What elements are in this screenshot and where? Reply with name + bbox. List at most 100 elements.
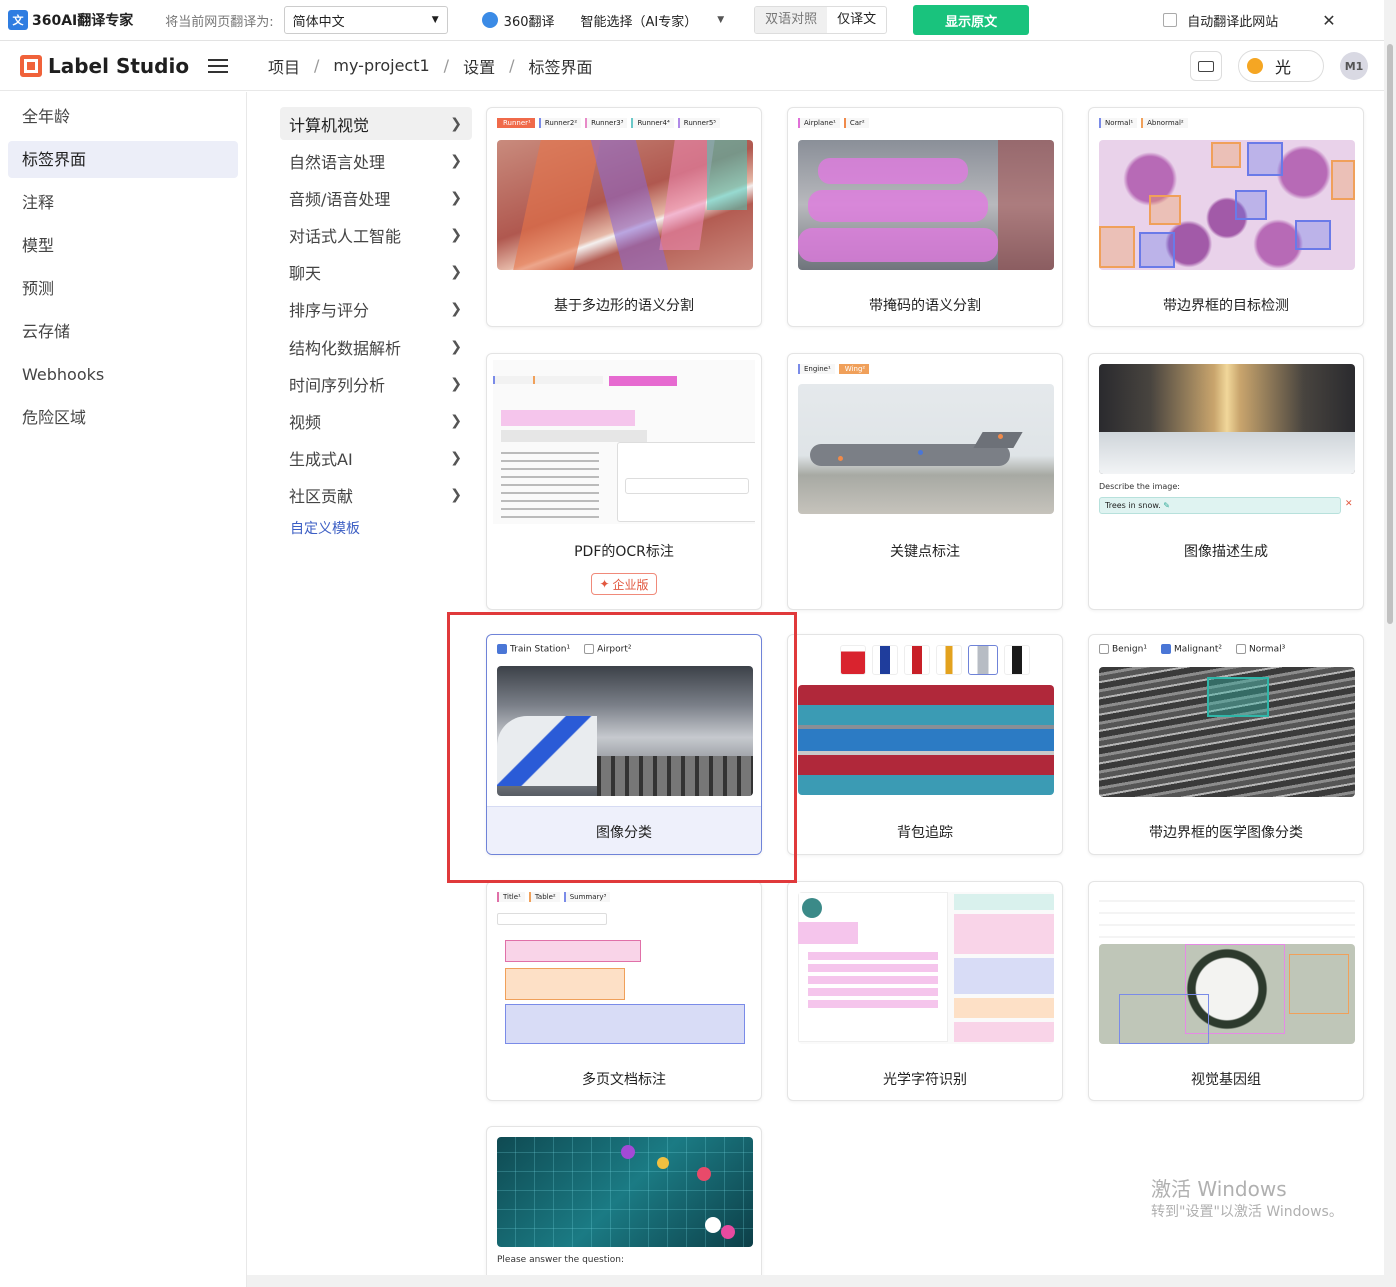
label-tag: Runner3³ — [585, 118, 628, 128]
product-can-blue-icon[interactable] — [872, 645, 898, 675]
page-navigator[interactable] — [497, 913, 607, 925]
template-card-keypoint[interactable]: Engine¹ Wing² 关键点标注 — [787, 353, 1063, 610]
nav-item-webhooks[interactable]: Webhooks — [8, 356, 238, 393]
card-title: 带掩码的语义分割 — [869, 298, 981, 314]
template-categories: 计算机视觉 ❯ 自然语言处理 ❯ 音频/语音处理 ❯ 对话式人工智能 ❯ 聊天 ❯ 排序与… — [280, 107, 472, 538]
auto-translate-option[interactable]: 自动翻译此网站 — [1163, 11, 1278, 30]
label-tag: Airplane¹ — [798, 118, 840, 128]
horizontal-scrollbar[interactable] — [247, 1275, 1384, 1287]
display-mode-toggle: 双语对照 仅译文 — [754, 6, 888, 34]
nav-item-annotation[interactable]: 注释 — [8, 184, 238, 221]
auto-translate-label: 自动翻译此网站 — [1187, 14, 1279, 30]
bilingual-button[interactable]: 双语对照 — [755, 7, 828, 33]
template-card-pdf-ocr[interactable]: PDF的OCR标注 ✦ 企业版 — [486, 353, 762, 610]
category-label: 结构化数据解析 — [289, 338, 402, 358]
ocr-preview — [493, 360, 755, 524]
app-header: Label Studio 项目 / my-project1 / 设置 / 标签界面 光… — [0, 41, 1384, 91]
selection-highlight — [447, 612, 797, 883]
category-time-series[interactable]: 时间序列分析 ❯ — [280, 367, 472, 400]
breadcrumb-projects[interactable]: 项目 — [268, 54, 300, 78]
category-ranking[interactable]: 排序与评分 ❯ — [280, 293, 472, 326]
template-card-image-captioning[interactable]: Describe the image: Trees in snow. ✎ ✕ 图… — [1088, 353, 1364, 610]
auto-translate-checkbox[interactable] — [1163, 13, 1178, 27]
checkbox-icon — [1236, 644, 1247, 654]
category-label: 对话式人工智能 — [289, 227, 402, 247]
category-label: 音频/语音处理 — [289, 189, 391, 209]
airplanes-preview-image — [798, 140, 1054, 270]
product-can-red-icon[interactable] — [904, 645, 930, 675]
category-nlp[interactable]: 自然语言处理 ❯ — [280, 144, 472, 177]
category-structured-data[interactable]: 结构化数据解析 ❯ — [280, 330, 472, 363]
label-tag: Abnormal² — [1141, 118, 1188, 128]
nav-item-labeling-interface[interactable]: 标签界面 — [8, 141, 238, 178]
breadcrumb-project[interactable]: my-project1 — [333, 56, 429, 75]
label-tags: Engine¹ Wing² — [798, 364, 870, 374]
category-audio[interactable]: 音频/语音处理 ❯ — [280, 181, 472, 214]
delete-icon[interactable]: ✕ — [1345, 499, 1353, 509]
keyboard-shortcuts-button[interactable] — [1190, 51, 1222, 81]
breadcrumb-settings[interactable]: 设置 — [463, 54, 495, 78]
template-card-question-answer[interactable]: Please answer the question: — [486, 1126, 762, 1286]
caption-input[interactable]: Trees in snow. ✎ — [1099, 497, 1341, 514]
template-card-bbox-detection[interactable]: Normal¹ Abnormal² 带边界框的目标检测 — [1088, 107, 1364, 327]
label-tags: Airplane¹ Car² — [798, 118, 869, 128]
choice-benign[interactable]: Benign¹ — [1099, 644, 1147, 655]
label-tags: Title¹ Table² Summary³ — [497, 892, 611, 902]
category-label: 排序与评分 — [289, 301, 370, 321]
card-title: 带边界框的目标检测 — [1163, 298, 1289, 314]
product-can-silver-icon[interactable] — [968, 645, 998, 675]
chevron-right-icon: ❯ — [450, 301, 462, 318]
category-conversational-ai[interactable]: 对话式人工智能 ❯ — [280, 219, 472, 252]
choice-malignant[interactable]: Malignant² — [1160, 644, 1223, 655]
pencil-icon: ✎ — [1163, 501, 1170, 510]
nav-item-danger-zone[interactable]: 危险区域 — [8, 399, 238, 436]
template-card-ocr[interactable]: 光学字符识别 — [787, 881, 1063, 1101]
engine-label: 360翻译 — [503, 14, 555, 30]
nav-item-cloud-storage[interactable]: 云存储 — [8, 313, 238, 350]
invoice-preview-image — [798, 892, 1054, 1044]
custom-template-link[interactable]: 自定义模板 — [280, 518, 472, 538]
label-tag: Summary³ — [563, 892, 611, 902]
label-tag: Normal¹ — [1099, 118, 1138, 128]
close-icon[interactable]: ✕ — [1322, 11, 1335, 30]
category-chat[interactable]: 聊天 ❯ — [280, 256, 472, 289]
mode-select[interactable]: 智能选择（AI专家） ▼ — [581, 11, 725, 30]
category-community[interactable]: 社区贡献 ❯ — [280, 479, 472, 512]
show-original-button[interactable]: 显示原文 — [913, 5, 1030, 35]
product-can-black-icon[interactable] — [1004, 645, 1030, 675]
choice-normal[interactable]: Normal³ — [1236, 644, 1285, 655]
product-bottle-icon[interactable] — [936, 645, 962, 675]
template-card-mask-segmentation[interactable]: Airplane¹ Car² 带掩码的语义分割 — [787, 107, 1063, 327]
vertical-scrollbar[interactable] — [1384, 0, 1396, 1287]
template-card-polygon-segmentation[interactable]: Runner¹ Runner2² Runner3³ Runner4⁴ Runne… — [486, 107, 762, 327]
theme-label: 光 — [1275, 58, 1292, 77]
menu-icon[interactable] — [208, 55, 228, 77]
category-label: 视频 — [289, 413, 322, 432]
card-title: 背包追踪 — [897, 825, 953, 841]
ocr-preview-text-lines — [493, 362, 673, 372]
translator-logo-icon: 文 — [8, 10, 28, 30]
language-select[interactable]: 简体中文 ▼ — [283, 6, 448, 34]
category-video[interactable]: 视频 ❯ — [280, 405, 472, 438]
engine-select[interactable]: 360翻译 — [481, 11, 555, 30]
label-tag: Title¹ — [497, 892, 525, 902]
card-title: 图像描述生成 — [1184, 544, 1268, 560]
category-computer-vision[interactable]: 计算机视觉 ❯ — [280, 107, 472, 140]
template-card-backpack-tracking[interactable]: 背包追踪 — [787, 634, 1063, 855]
brand-name: Label Studio — [48, 53, 190, 78]
nav-item-predictions[interactable]: 预测 — [8, 270, 238, 307]
category-generative-ai[interactable]: 生成式AI ❯ — [280, 442, 472, 475]
template-card-medical-classification[interactable]: Benign¹ Malignant² Normal³ 带边界框的医学图像分类 — [1088, 634, 1364, 855]
breadcrumb-separator: / — [509, 56, 515, 75]
template-card-multipage-document[interactable]: Title¹ Table² Summary³ 多页文档标注 — [486, 881, 762, 1101]
nav-item-general[interactable]: 全年龄 — [8, 98, 238, 135]
avatar[interactable]: M1 — [1340, 52, 1368, 80]
product-cola-icon[interactable] — [840, 645, 866, 675]
scrollbar-thumb[interactable] — [1387, 44, 1393, 624]
translation-only-button[interactable]: 仅译文 — [827, 7, 886, 33]
nav-item-model[interactable]: 模型 — [8, 227, 238, 264]
choice-label: Malignant² — [1173, 644, 1223, 655]
chevron-right-icon: ❯ — [450, 189, 462, 206]
template-card-visual-genome[interactable]: 视觉基因组 — [1088, 881, 1364, 1101]
theme-toggle[interactable]: 光 — [1238, 50, 1324, 82]
